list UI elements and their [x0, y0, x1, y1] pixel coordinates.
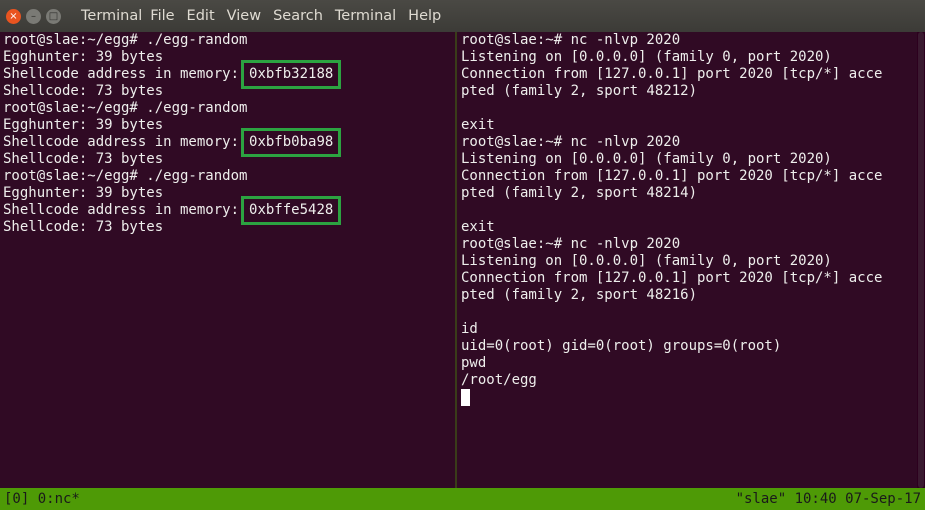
terminal-line: root@slae:~# nc -nlvp 2020 [461, 134, 681, 150]
tmux-status-bar: [0] 0:nc* "slae" 10:40 07-Sep-17 [0, 488, 925, 510]
terminal-window: × – □ Terminal File Edit View Search Ter… [0, 0, 925, 510]
menu-bar: Terminal File Edit View Search Terminal … [75, 0, 447, 32]
terminal-line: Listening on [0.0.0.0] (family 0, port 2… [461, 49, 832, 65]
menu-terminal[interactable]: Terminal [329, 0, 402, 32]
maximize-icon: □ [48, 10, 59, 22]
terminal-line: uid=0(root) gid=0(root) groups=0(root) [461, 338, 782, 354]
maximize-window-button[interactable]: □ [46, 8, 61, 24]
terminal-line: Connection from [127.0.0.1] port 2020 [t… [461, 270, 883, 286]
terminal-line: root@slae:~/egg# ./egg-random [3, 32, 248, 48]
menu-search[interactable]: Search [267, 0, 329, 32]
terminal-line: exit [461, 219, 495, 235]
window-controls: × – □ [6, 8, 61, 24]
terminal-line: /root/egg [461, 372, 537, 388]
terminal-line: exit [461, 117, 495, 133]
scrollbar[interactable] [917, 32, 925, 488]
terminal-line: Shellcode address in memory: 0xbfb32188 [0, 60, 455, 89]
highlighted-address: 0xbffe5428 [241, 196, 342, 225]
terminal-line: pwd [461, 355, 487, 371]
terminal-line: Shellcode address in memory: 0xbfb0ba98 [0, 128, 455, 157]
address-label: Shellcode address in memory: [3, 134, 240, 150]
menu-file[interactable]: File [144, 0, 180, 32]
terminal-line: Listening on [0.0.0.0] (family 0, port 2… [461, 253, 832, 269]
menu-help[interactable]: Help [402, 0, 447, 32]
title-bar: × – □ Terminal File Edit View Search Ter… [0, 0, 925, 32]
highlighted-address: 0xbfb0ba98 [241, 128, 342, 157]
terminal-prompt-line [457, 389, 917, 406]
terminal-line: Shellcode: 73 bytes [3, 219, 164, 235]
terminal-line: Shellcode address in memory: 0xbffe5428 [0, 196, 455, 225]
terminal-line: pted (family 2, sport 48214) [461, 185, 698, 201]
terminal-line: root@slae:~# nc -nlvp 2020 [461, 236, 681, 252]
terminal-line: pted (family 2, sport 48212) [461, 83, 698, 99]
close-icon: × [9, 10, 18, 22]
app-title: Terminal [81, 8, 143, 24]
left-terminal-pane[interactable]: root@slae:~/egg# ./egg-random Egghunter:… [0, 32, 455, 488]
terminal-line: Egghunter: 39 bytes [3, 49, 164, 65]
close-window-button[interactable]: × [6, 8, 21, 24]
terminal-line: Shellcode: 73 bytes [3, 83, 164, 99]
terminal-line: Connection from [127.0.0.1] port 2020 [t… [461, 66, 883, 82]
minimize-window-button[interactable]: – [26, 8, 41, 24]
menu-view[interactable]: View [221, 0, 267, 32]
terminal-line: pted (family 2, sport 48216) [461, 287, 698, 303]
terminal-line: root@slae:~# nc -nlvp 2020 [461, 32, 681, 48]
status-host-clock: "slae" 10:40 07-Sep-17 [735, 491, 921, 507]
address-label: Shellcode address in memory: [3, 66, 240, 82]
terminal-line: Shellcode: 73 bytes [3, 151, 164, 167]
terminal-line: id [461, 321, 478, 337]
text-cursor [461, 389, 470, 406]
terminal-line: root@slae:~/egg# ./egg-random [3, 168, 248, 184]
scrollbar-thumb[interactable] [918, 32, 924, 488]
terminal-line: Egghunter: 39 bytes [3, 185, 164, 201]
address-label: Shellcode address in memory: [3, 202, 240, 218]
status-window-list: [0] 0:nc* [4, 491, 80, 507]
minimize-icon: – [31, 10, 36, 22]
terminal-line: Egghunter: 39 bytes [3, 117, 164, 133]
terminal-line: root@slae:~/egg# ./egg-random [3, 100, 248, 116]
right-terminal-pane[interactable]: root@slae:~# nc -nlvp 2020 Listening on … [457, 32, 917, 488]
terminal-line: Listening on [0.0.0.0] (family 0, port 2… [461, 151, 832, 167]
menu-edit[interactable]: Edit [181, 0, 221, 32]
highlighted-address: 0xbfb32188 [241, 60, 342, 89]
terminal-line: Connection from [127.0.0.1] port 2020 [t… [461, 168, 883, 184]
